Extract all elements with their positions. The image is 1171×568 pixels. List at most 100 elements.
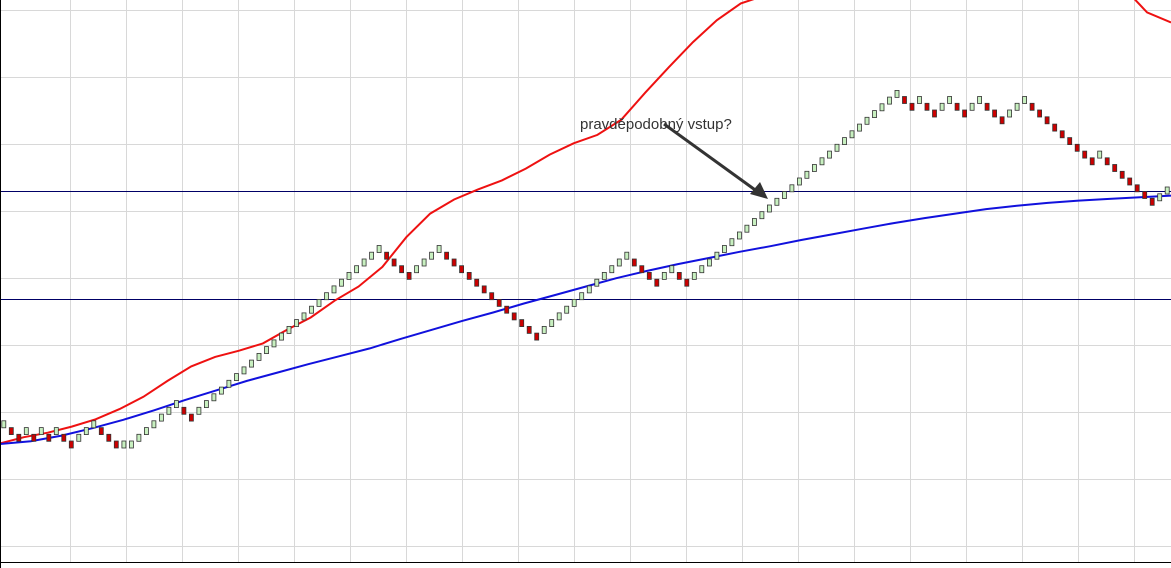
renko-brick-down — [113, 440, 119, 449]
renko-brick-up — [361, 258, 367, 267]
moving-average-fast-line — [0, 0, 1171, 445]
renko-brick-up — [947, 96, 952, 104]
renko-brick-down — [909, 102, 915, 111]
renko-brick-down — [481, 285, 487, 294]
renko-brick-down — [984, 102, 990, 111]
renko-brick-down — [1134, 184, 1140, 193]
renko-brick-down — [519, 319, 525, 328]
renko-brick-down — [511, 312, 517, 321]
renko-brick-up — [241, 366, 247, 375]
renko-brick-down — [466, 271, 472, 280]
renko-brick-up — [857, 123, 862, 132]
renko-brick-down — [384, 251, 390, 260]
renko-brick-up — [789, 184, 795, 193]
renko-brick-up — [887, 96, 892, 105]
renko-brick-up — [53, 427, 59, 436]
renko-brick-down — [1104, 157, 1110, 166]
renko-brick-up — [166, 406, 172, 415]
renko-brick-down — [451, 258, 457, 267]
renko-brick-down — [1119, 170, 1125, 179]
renko-brick-down — [534, 332, 540, 341]
renko-brick-down — [1052, 123, 1058, 132]
chart-frame — [0, 0, 1171, 568]
renko-brick-down — [61, 433, 67, 442]
renko-brick-up — [579, 292, 585, 301]
renko-brick-down — [676, 271, 682, 280]
renko-brick-down — [1112, 164, 1118, 172]
renko-brick-up — [294, 319, 299, 328]
renko-brick-down — [1037, 109, 1042, 118]
annotation: pravděpodobný vstup? — [580, 116, 768, 199]
renko-brick-up — [774, 197, 780, 206]
renko-brick-down — [1067, 137, 1073, 146]
renko-brick-up — [939, 102, 945, 111]
renko-brick-up — [759, 211, 765, 220]
renko-brick-down — [684, 278, 690, 287]
renko-brick-up — [331, 285, 337, 294]
renko-brick-down — [504, 305, 510, 314]
renko-brick-up — [819, 157, 825, 166]
renko-brick-up — [143, 427, 149, 436]
renko-brick-down — [902, 96, 907, 104]
renko-brick-up — [744, 224, 750, 233]
renko-brick-up — [767, 204, 772, 213]
renko-brick-up — [571, 298, 577, 307]
renko-brick-down — [46, 433, 52, 442]
renko-brick-down — [391, 258, 397, 267]
renko-brick-down — [999, 116, 1005, 125]
renko-brick-up — [128, 440, 134, 449]
renko-brick-down — [1142, 191, 1148, 199]
renko-brick-down — [399, 265, 405, 274]
renko-brick-up — [249, 359, 254, 368]
renko-brick-up — [737, 231, 742, 240]
renko-brick-up — [864, 116, 870, 125]
renko-brick-up — [969, 102, 975, 111]
renko-brick-up — [834, 143, 840, 152]
renko-brick-up — [151, 420, 157, 429]
renko-brick-down — [1044, 116, 1050, 125]
renko-brick-up — [564, 305, 570, 314]
renko-brick-up — [279, 332, 284, 341]
renko-brick-down — [962, 109, 967, 118]
renko-brick-up — [917, 96, 922, 104]
renko-brick-up — [158, 413, 164, 422]
renko-brick-down — [16, 433, 22, 442]
renko-brick-up — [436, 245, 442, 253]
chart-grid — [0, 0, 1171, 562]
renko-brick-down — [496, 298, 502, 307]
renko-brick-up — [1164, 186, 1170, 195]
renko-brick-up — [226, 379, 232, 388]
renko-brick-down — [1082, 150, 1088, 159]
renko-brick-up — [76, 433, 82, 442]
renko-brick-up — [38, 427, 44, 436]
renko-brick-down — [639, 265, 645, 274]
renko-brick-up — [842, 137, 847, 146]
renko-brick-up — [309, 305, 314, 314]
renko-brick-up — [977, 96, 982, 104]
annotation-text: pravděpodobný vstup? — [580, 116, 732, 133]
renko-brick-up — [699, 265, 705, 274]
renko-brick-up — [616, 258, 622, 267]
renko-brick-down — [474, 278, 480, 287]
renko-brick-up — [1, 420, 7, 429]
renko-brick-up — [797, 177, 802, 186]
renko-brick-up — [729, 238, 735, 247]
renko-brick-up — [203, 400, 209, 409]
renko-brick-up — [586, 285, 592, 294]
renko-chart: pravděpodobný vstup? — [0, 0, 1171, 568]
renko-brick-up — [541, 325, 547, 334]
renko-brick-up — [354, 265, 360, 274]
renko-brick-down — [992, 109, 997, 118]
renko-brick-up — [624, 251, 630, 260]
renko-brick-down — [8, 427, 14, 436]
renko-brick-up — [324, 292, 329, 301]
renko-brick-down — [1089, 157, 1095, 166]
renko-brick-down — [406, 271, 412, 280]
renko-brick-down — [459, 265, 465, 274]
annotation-arrow-line — [663, 122, 759, 194]
renko-brick-up — [722, 245, 727, 253]
renko-brick-down — [188, 413, 194, 422]
annotation-arrow-head — [750, 182, 768, 199]
renko-brick-up — [549, 319, 555, 328]
renko-brick-up — [714, 251, 720, 260]
